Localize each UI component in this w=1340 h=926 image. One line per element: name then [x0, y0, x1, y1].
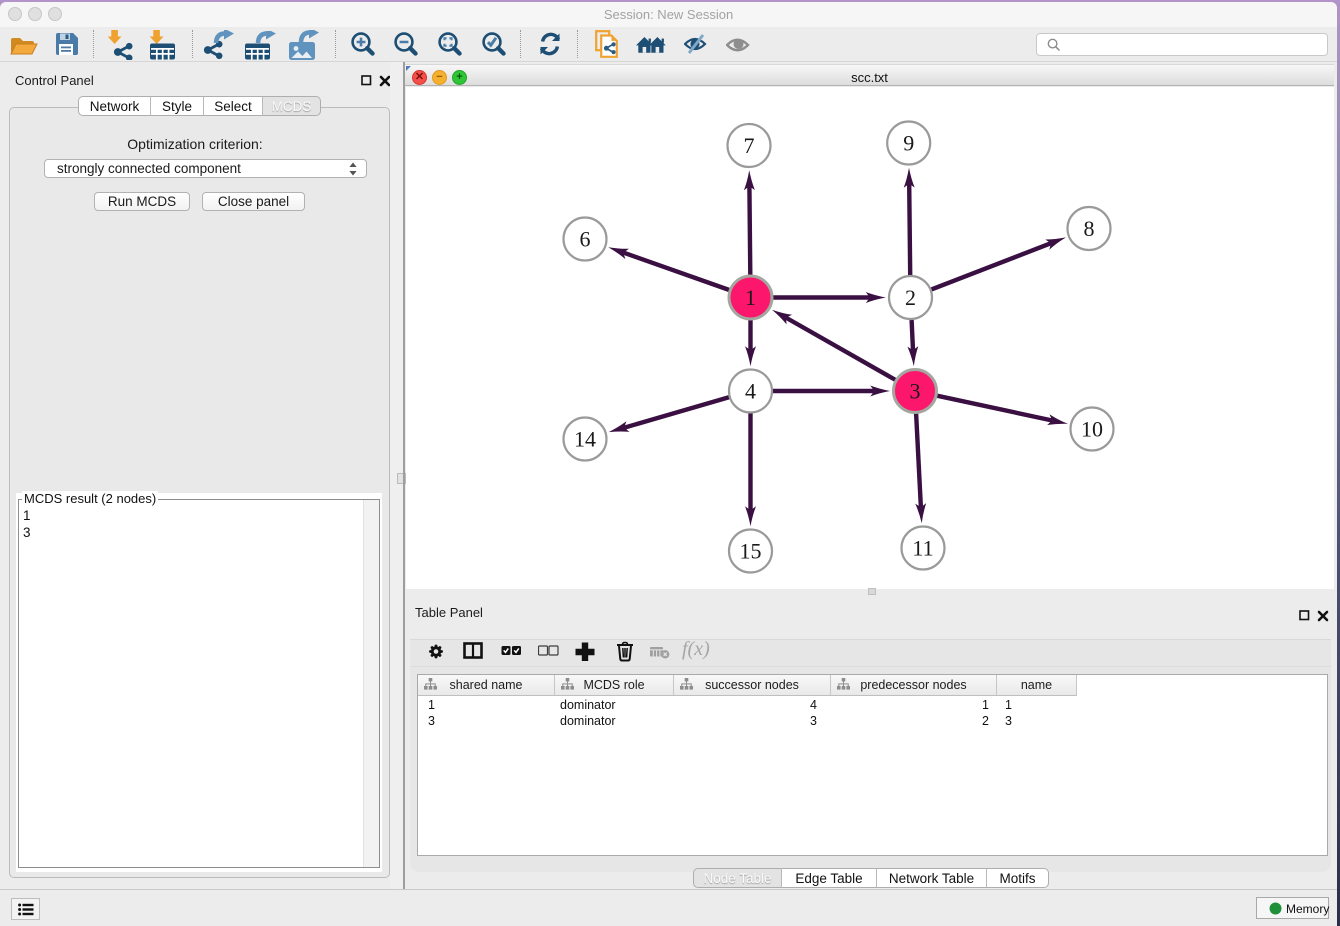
svg-text:10: 10 — [1081, 417, 1103, 442]
svg-text:11: 11 — [912, 536, 933, 561]
svg-text:9: 9 — [903, 131, 914, 156]
svg-text:14: 14 — [574, 427, 596, 452]
svg-text:2: 2 — [905, 285, 916, 310]
svg-text:8: 8 — [1084, 216, 1095, 241]
svg-text:7: 7 — [744, 133, 755, 158]
svg-text:6: 6 — [580, 227, 591, 252]
svg-text:1: 1 — [745, 285, 756, 310]
svg-text:4: 4 — [745, 379, 756, 404]
svg-text:15: 15 — [740, 539, 762, 564]
svg-text:3: 3 — [910, 379, 921, 404]
